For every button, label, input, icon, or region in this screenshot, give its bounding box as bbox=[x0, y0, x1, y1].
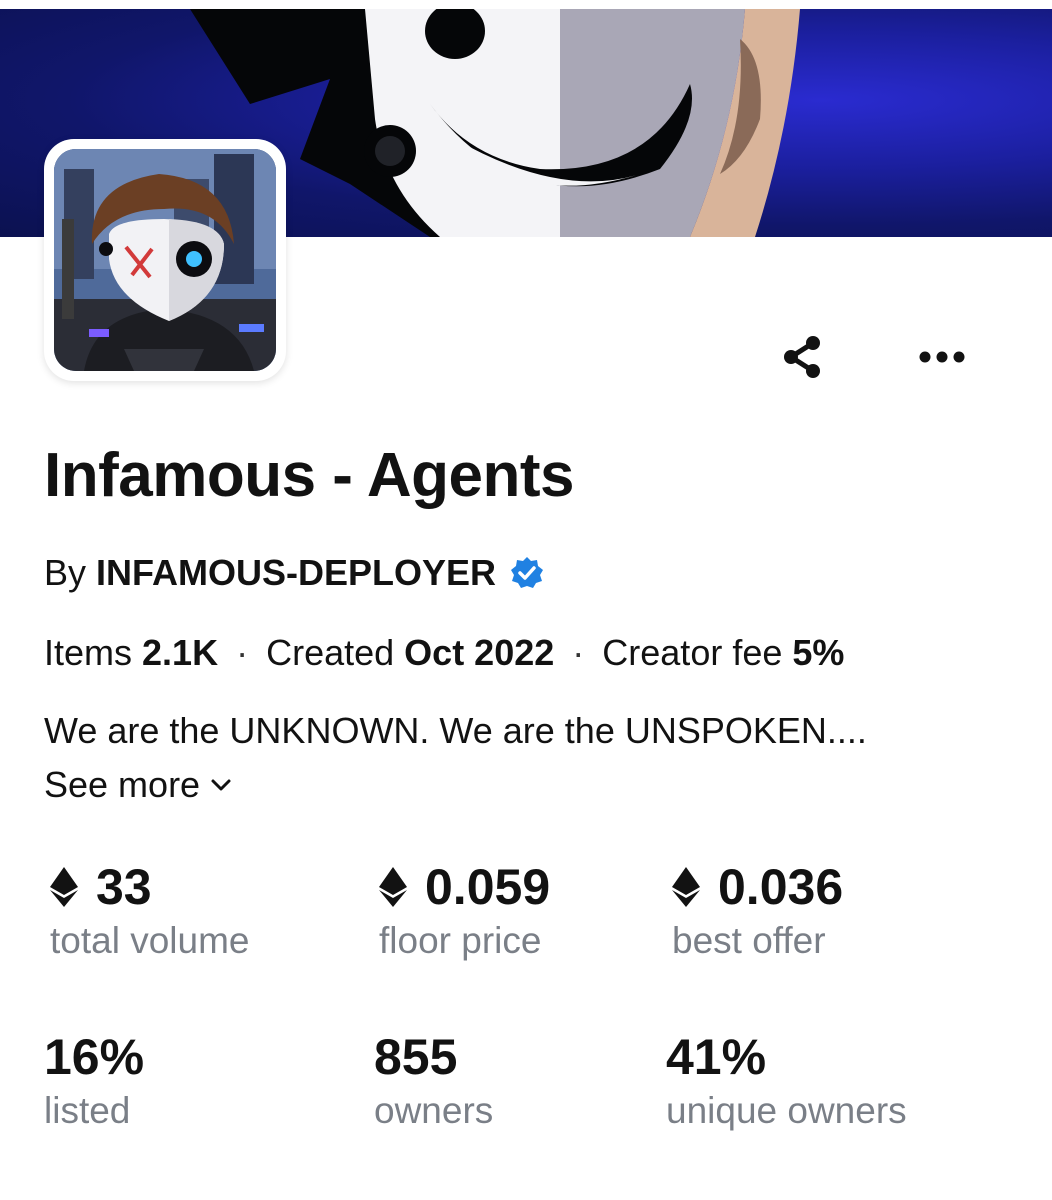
see-more-label: See more bbox=[44, 764, 201, 805]
stat-unique-owners: 41% unique owners bbox=[666, 1028, 907, 1132]
collection-avatar-image bbox=[54, 149, 276, 371]
total-volume-label: total volume bbox=[50, 920, 250, 961]
listed-label: listed bbox=[44, 1090, 131, 1131]
collection-title: Infamous - Agents bbox=[44, 441, 575, 510]
creator-line: By INFAMOUS-DEPLOYER bbox=[44, 552, 544, 594]
floor-price-label: floor price bbox=[379, 920, 542, 961]
more-options-icon bbox=[919, 351, 965, 363]
creator-fee-value: 5% bbox=[792, 632, 845, 673]
owners-value: 855 bbox=[374, 1029, 458, 1085]
verified-badge-icon bbox=[510, 556, 544, 590]
more-options-button[interactable] bbox=[910, 325, 974, 389]
collection-description: We are the UNKNOWN. We are the UNSPOKEN.… bbox=[44, 710, 867, 751]
stat-best-offer: 0.036 best offer bbox=[672, 858, 843, 962]
items-value: 2.1K bbox=[142, 632, 219, 673]
unique-owners-label: unique owners bbox=[666, 1090, 907, 1131]
collection-avatar bbox=[44, 139, 286, 381]
listed-value: 16% bbox=[44, 1029, 145, 1085]
stat-listed: 16% listed bbox=[44, 1028, 144, 1132]
creator-link[interactable]: INFAMOUS-DEPLOYER bbox=[96, 552, 496, 594]
meta-separator: · bbox=[572, 632, 585, 673]
total-volume-value: 33 bbox=[96, 859, 152, 915]
share-button[interactable] bbox=[770, 325, 834, 389]
unique-owners-value: 41% bbox=[666, 1029, 767, 1085]
best-offer-label: best offer bbox=[672, 920, 826, 961]
top-divider bbox=[0, 0, 1052, 9]
floor-price-value: 0.059 bbox=[425, 859, 551, 915]
collection-meta: Items 2.1K · Created Oct 2022 · Creator … bbox=[44, 632, 844, 674]
meta-separator: · bbox=[236, 632, 249, 673]
stat-owners: 855 owners bbox=[374, 1028, 493, 1132]
creator-fee-label: Creator fee bbox=[602, 632, 783, 673]
ethereum-icon bbox=[379, 867, 407, 907]
by-prefix: By bbox=[44, 552, 87, 593]
ethereum-icon bbox=[50, 867, 78, 907]
items-label: Items bbox=[44, 632, 133, 673]
created-value: Oct 2022 bbox=[404, 632, 555, 673]
see-more-button[interactable]: See more bbox=[44, 764, 232, 806]
stat-total-volume: 33 total volume bbox=[50, 858, 250, 962]
stat-floor-price: 0.059 floor price bbox=[379, 858, 550, 962]
ethereum-icon bbox=[672, 867, 700, 907]
created-label: Created bbox=[266, 632, 395, 673]
chevron-down-icon bbox=[211, 779, 231, 791]
owners-label: owners bbox=[374, 1090, 494, 1131]
share-icon bbox=[784, 336, 820, 378]
best-offer-value: 0.036 bbox=[718, 859, 844, 915]
